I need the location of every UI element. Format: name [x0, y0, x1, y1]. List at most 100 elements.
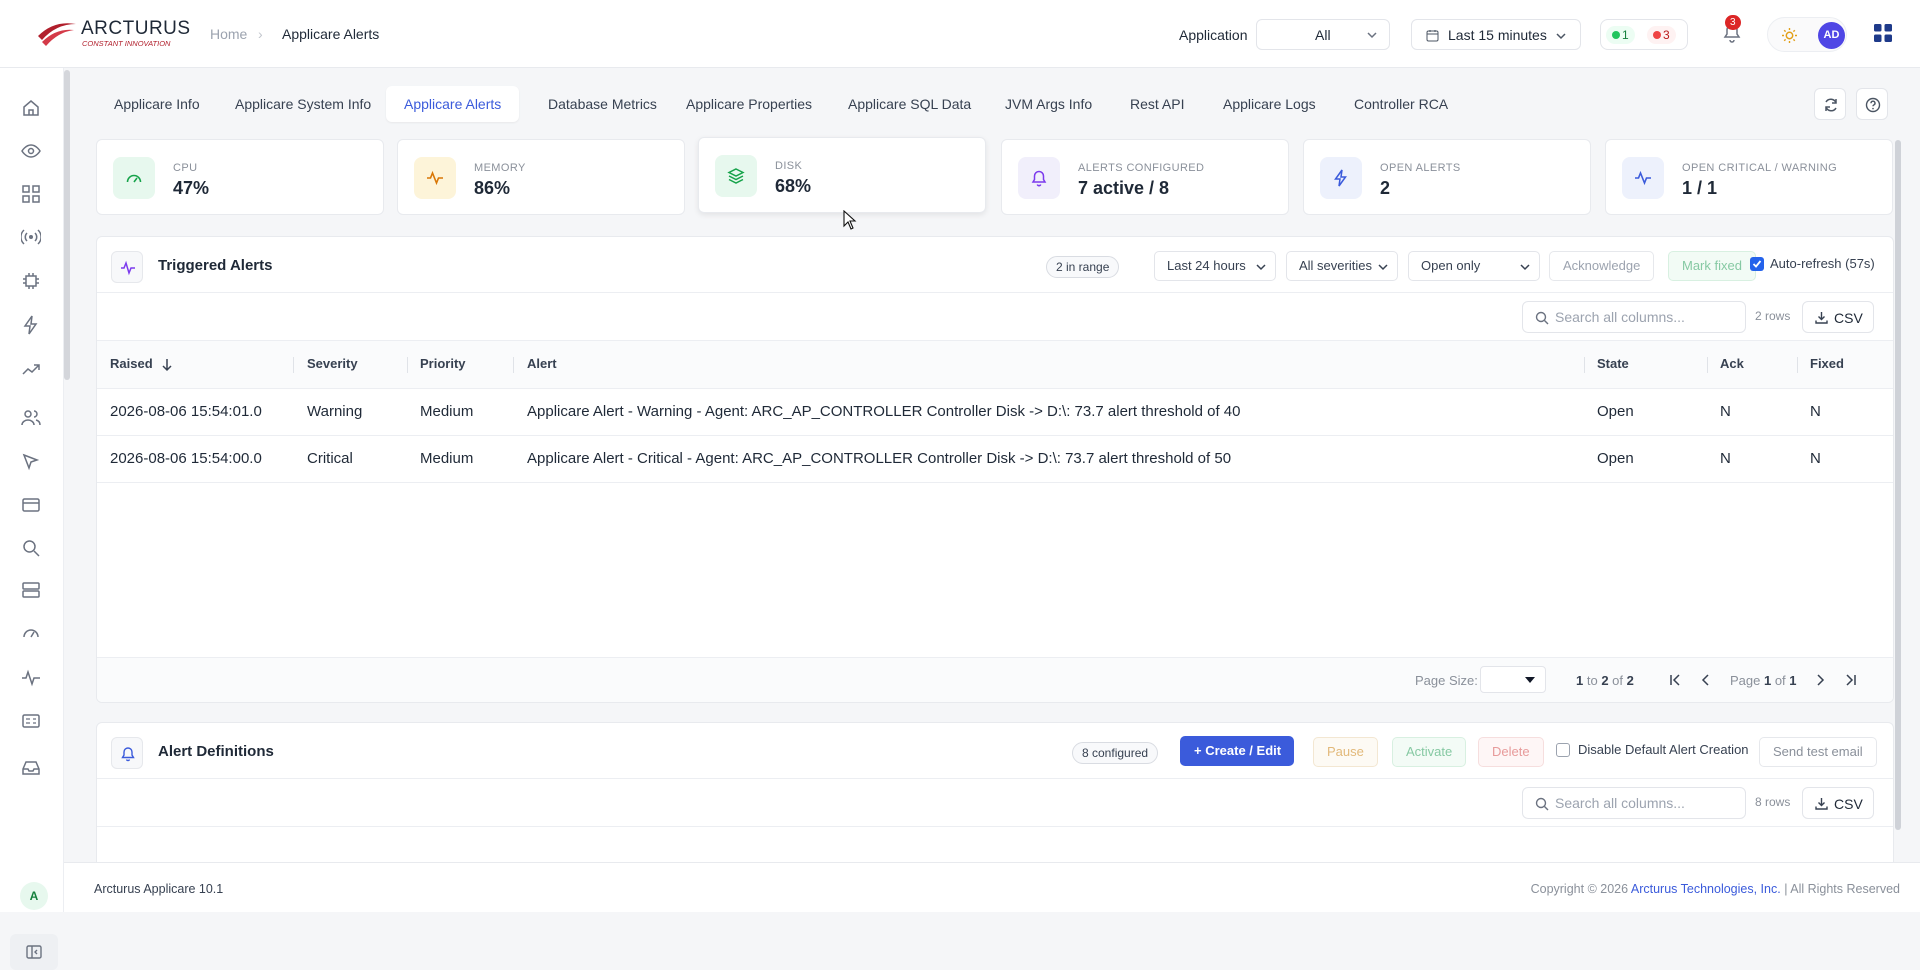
tab-applicare-alerts[interactable]: Applicare Alerts	[386, 86, 520, 122]
tab-controller-rca[interactable]: Controller RCA	[1336, 86, 1466, 122]
cell-state: Open	[1597, 403, 1634, 420]
disable-default-label: Disable Default Alert Creation	[1578, 742, 1749, 757]
chevron-down-icon	[1520, 264, 1530, 271]
metric-label: ALERTS CONFIGURED	[1078, 162, 1205, 174]
column-header-severity[interactable]: Severity	[307, 356, 358, 371]
first-page-icon[interactable]	[1668, 673, 1682, 687]
sidebar: A	[0, 68, 64, 970]
severity-select[interactable]: All severities	[1286, 251, 1398, 281]
sun-icon[interactable]	[1781, 27, 1798, 44]
column-divider	[1797, 357, 1798, 373]
state-select[interactable]: Open only	[1408, 251, 1540, 281]
metric-value: 47%	[173, 178, 210, 198]
auto-refresh-label: Auto-refresh (57s)	[1770, 256, 1875, 271]
triggered-search-input[interactable]	[1555, 308, 1735, 326]
help-button[interactable]	[1856, 88, 1888, 120]
delete-button[interactable]: Delete	[1478, 737, 1544, 767]
card-icon[interactable]	[21, 495, 41, 515]
column-header-priority[interactable]: Priority	[420, 356, 466, 371]
definitions-search[interactable]	[1522, 787, 1746, 819]
bolt-icon[interactable]	[21, 315, 41, 335]
pulse-icon[interactable]	[21, 668, 41, 688]
tab-database-metrics[interactable]: Database Metrics	[530, 86, 675, 122]
last-page-icon[interactable]	[1844, 673, 1858, 687]
create-edit-button[interactable]: + Create / Edit	[1180, 736, 1295, 766]
eye-icon[interactable]	[21, 141, 41, 161]
column-header-state[interactable]: State	[1597, 356, 1629, 371]
column-divider	[1584, 357, 1585, 373]
triggered-search[interactable]	[1522, 301, 1746, 333]
tab-applicare-logs[interactable]: Applicare Logs	[1205, 86, 1334, 122]
send-test-email-button[interactable]: Send test email	[1759, 737, 1877, 767]
chip-icon[interactable]	[21, 271, 41, 291]
column-header-ack[interactable]: Ack	[1720, 356, 1744, 371]
metric-card-disk[interactable]: DISK 68%	[698, 137, 986, 213]
column-header-alert[interactable]: Alert	[527, 356, 557, 371]
broadcast-icon[interactable]	[21, 227, 41, 247]
server-icon[interactable]	[21, 580, 41, 600]
metric-card-cpu: CPU 47%	[96, 139, 384, 215]
tab-applicare-sql-data[interactable]: Applicare SQL Data	[830, 86, 989, 122]
tab-applicare-properties[interactable]: Applicare Properties	[668, 86, 830, 122]
search-icon[interactable]	[21, 538, 41, 558]
chevron-down-icon	[1367, 32, 1377, 39]
id-card-icon[interactable]	[21, 711, 41, 731]
disable-default-checkbox[interactable]	[1556, 743, 1570, 757]
application-select[interactable]: All	[1256, 19, 1390, 50]
sidebar-user-initial[interactable]: A	[20, 882, 48, 910]
column-header-fixed[interactable]: Fixed	[1810, 356, 1844, 371]
gauge-icon[interactable]	[21, 623, 41, 643]
inbox-icon[interactable]	[21, 758, 41, 778]
company-link[interactable]: Arcturus Technologies, Inc.	[1631, 882, 1781, 896]
activate-button[interactable]: Activate	[1392, 737, 1467, 767]
sidebar-collapse-button[interactable]	[10, 934, 58, 970]
cell-severity: Critical	[307, 450, 353, 467]
help-icon	[1865, 97, 1881, 113]
column-header-raised[interactable]: Raised	[110, 356, 153, 371]
row-count-label: 8 rows	[1755, 795, 1791, 809]
sidebar-scrollbar[interactable]	[64, 70, 70, 380]
page-size-select[interactable]	[1480, 666, 1546, 693]
csv-export-button[interactable]: CSV	[1802, 301, 1874, 333]
chevron-down-icon	[1556, 33, 1566, 40]
next-page-icon[interactable]	[1813, 673, 1827, 687]
table-row[interactable]: 2026-08-06 15:54:01.0 Warning Medium App…	[97, 389, 1893, 436]
tab-applicare-info[interactable]: Applicare Info	[96, 86, 218, 122]
cell-ack: N	[1720, 450, 1731, 467]
agent-status-pill[interactable]: 1 3	[1600, 19, 1688, 50]
csv-export-button[interactable]: CSV	[1802, 787, 1874, 819]
table-row[interactable]: 2026-08-06 15:54:00.0 Critical Medium Ap…	[97, 436, 1893, 483]
apps-grid-icon[interactable]	[1873, 23, 1893, 43]
page-scrollbar[interactable]	[1895, 140, 1901, 830]
tab-rest-api[interactable]: Rest API	[1112, 86, 1202, 122]
cell-raised: 2026-08-06 15:54:01.0	[110, 403, 262, 420]
layers-icon	[715, 155, 757, 197]
refresh-button[interactable]	[1814, 88, 1846, 120]
period-select[interactable]: Last 24 hours	[1154, 251, 1276, 281]
pause-button[interactable]: Pause	[1313, 737, 1378, 767]
breadcrumb-home[interactable]: Home	[210, 26, 247, 42]
column-divider	[1707, 357, 1708, 373]
tab-applicare-system-info[interactable]: Applicare System Info	[217, 86, 389, 122]
metric-card-open-critical-warning: OPEN CRITICAL / WARNING 1 / 1	[1605, 139, 1893, 215]
time-range-select[interactable]: Last 15 minutes	[1411, 19, 1581, 50]
acknowledge-button[interactable]: Acknowledge	[1549, 251, 1655, 281]
user-avatar[interactable]: AD	[1818, 22, 1845, 49]
column-divider	[293, 357, 294, 373]
trend-up-icon[interactable]	[21, 359, 41, 379]
definitions-search-input[interactable]	[1555, 794, 1735, 812]
tab-jvm-args-info[interactable]: JVM Args Info	[987, 86, 1110, 122]
users-icon[interactable]	[21, 407, 41, 427]
range-count-chip: 2 in range	[1046, 256, 1120, 278]
dashboard-icon[interactable]	[21, 184, 41, 204]
auto-refresh-checkbox[interactable]	[1750, 257, 1764, 271]
sort-descending-icon[interactable]	[161, 358, 173, 372]
cell-priority: Medium	[420, 450, 474, 467]
mark-fixed-button[interactable]: Mark fixed	[1668, 251, 1756, 281]
pointer-icon[interactable]	[21, 452, 41, 472]
arcturus-logo[interactable]: ARCTURUS CONSTANT INNOVATION	[34, 16, 190, 52]
alert-definitions-panel: Alert Definitions 8 configured + Create …	[96, 722, 1894, 862]
previous-page-icon[interactable]	[1699, 673, 1713, 687]
home-icon[interactable]	[21, 98, 41, 118]
search-icon	[1535, 311, 1549, 325]
